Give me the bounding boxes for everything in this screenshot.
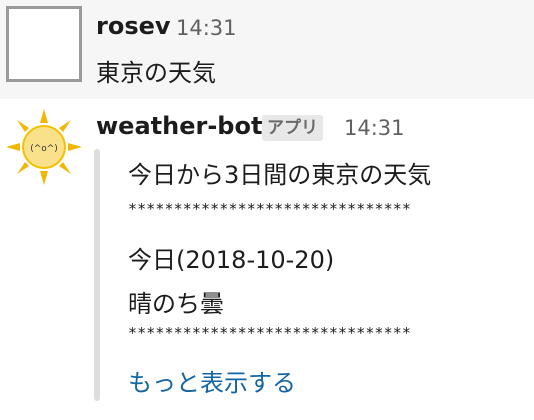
attachment-separator-2: ******************************* (128, 324, 412, 342)
attachment-forecast: 晴のち曇 (128, 290, 224, 318)
sun-face-text: (^o^) (30, 144, 58, 154)
user-avatar[interactable] (6, 6, 82, 82)
message-author[interactable]: rosev (96, 12, 171, 40)
message-text: 東京の天気 (96, 59, 216, 87)
message-rosev: rosev 14:31 東京の天気 (0, 0, 534, 99)
message-weather-bot: (^o^) weather-bot アプリ 14:31 今日から3日間の東京の天… (0, 99, 534, 420)
message-author[interactable]: weather-bot (96, 112, 262, 140)
message-timestamp[interactable]: 14:31 (344, 116, 405, 140)
show-more-link[interactable]: もっと表示する (128, 363, 296, 398)
attachment-bar (94, 149, 100, 401)
sun-face-icon[interactable]: (^o^) (6, 109, 82, 185)
message-timestamp[interactable]: 14:31 (176, 16, 237, 40)
app-badge: アプリ (262, 115, 323, 141)
attachment-separator: ******************************* (128, 200, 412, 218)
attachment-date: 今日(2018-10-20) (128, 246, 335, 274)
attachment-title: 今日から3日間の東京の天気 (128, 161, 432, 189)
